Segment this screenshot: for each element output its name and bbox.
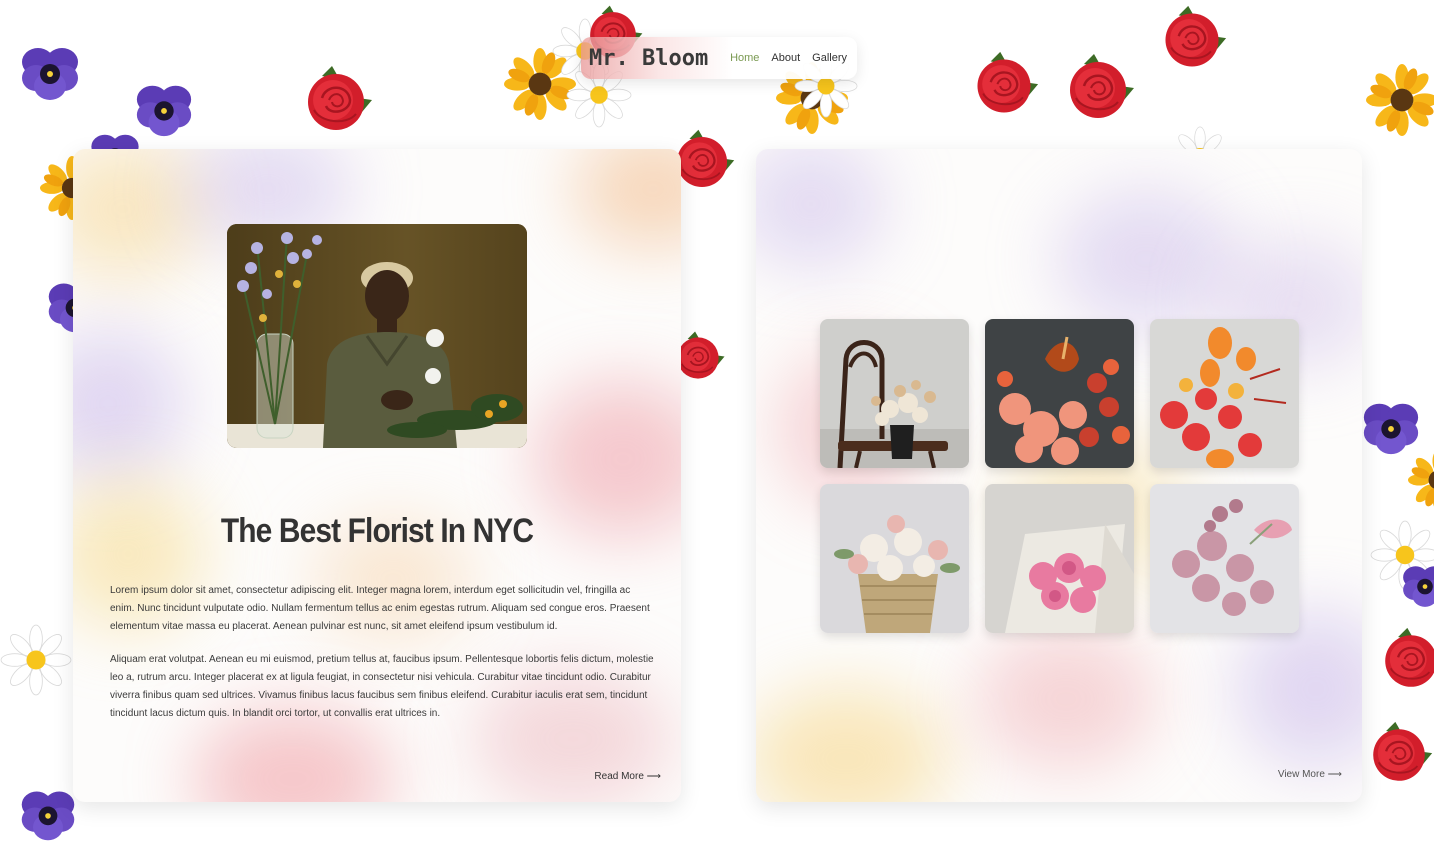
rose-flower-icon: [298, 64, 374, 140]
gallery-tile-1[interactable]: [820, 319, 969, 468]
decor-blur: [73, 149, 203, 279]
sunflower-icon: [1366, 64, 1434, 136]
nav-links: Home About Gallery: [730, 52, 847, 64]
flower-gallery: [820, 319, 1300, 633]
decor-blur: [73, 329, 183, 479]
gallery-tile-3[interactable]: [1150, 319, 1299, 468]
pansy-flower-icon: [18, 784, 78, 844]
pink-chrysanthemum-photo: [1150, 484, 1299, 633]
decor-blur: [1236, 609, 1362, 769]
decor-blur: [976, 629, 1156, 769]
intro-paragraph: Lorem ipsum dolor sit amet, consectetur …: [110, 585, 650, 632]
brand-logo[interactable]: Mr. Bloom: [589, 46, 708, 71]
gallery-tile-2[interactable]: [985, 319, 1134, 468]
top-nav-bar: Mr. Bloom Home About Gallery: [581, 37, 857, 79]
view-more-link[interactable]: View More ⟶: [1278, 769, 1342, 780]
rose-flower-icon: [1376, 626, 1434, 696]
decor-blur: [756, 149, 886, 269]
gallery-tile-4[interactable]: [820, 484, 969, 633]
nav-link-gallery[interactable]: Gallery: [812, 52, 847, 64]
sunflower-icon: [504, 48, 576, 120]
body-paragraph: Aliquam erat volutpat. Aenean eu mi euis…: [110, 654, 654, 719]
pansy-flower-icon: [18, 40, 82, 104]
basket-roses-photo: [820, 484, 969, 633]
gallery-card: View More ⟶: [756, 149, 1362, 802]
red-tulip-bouquet-photo: [1150, 319, 1299, 468]
decor-blur: [756, 689, 946, 802]
coral-bouquet-photo: [985, 319, 1134, 468]
nav-link-home[interactable]: Home: [730, 52, 759, 64]
about-card: The Best Florist In NYC Lorem ipsum dolo…: [73, 149, 681, 802]
pansy-flower-icon: [133, 78, 195, 140]
pink-peony-wrap-photo: [985, 484, 1134, 633]
daisy-flower-icon: [0, 624, 72, 696]
rose-flower-icon: [968, 50, 1040, 122]
decor-blur: [573, 149, 681, 249]
florist-photo: [227, 224, 527, 448]
pansy-flower-icon: [1400, 560, 1434, 610]
nav-link-about[interactable]: About: [771, 52, 800, 64]
gallery-tile-5[interactable]: [985, 484, 1134, 633]
rose-flower-icon: [1156, 4, 1228, 76]
gallery-tile-6[interactable]: [1150, 484, 1299, 633]
pansy-flower-icon: [1360, 396, 1422, 458]
rose-flower-icon: [1060, 52, 1136, 128]
dried-bouquet-on-chair-photo: [820, 319, 969, 468]
sunflower-icon: [1408, 450, 1434, 510]
rose-flower-icon: [1364, 720, 1434, 790]
decor-blur: [1056, 189, 1236, 329]
daisy-flower-icon: [1370, 520, 1434, 590]
read-more-link[interactable]: Read More ⟶: [594, 771, 661, 782]
page-title: The Best Florist In NYC: [220, 511, 534, 550]
